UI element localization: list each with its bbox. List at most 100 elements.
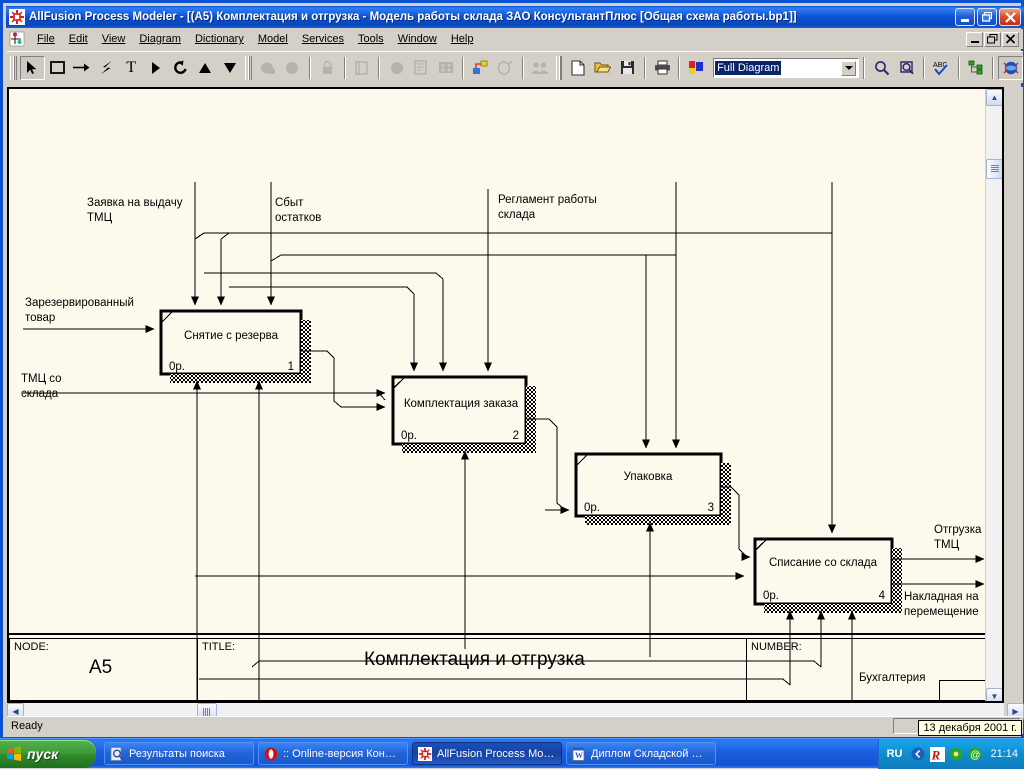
hierarchy-icon[interactable] — [964, 56, 989, 80]
chevron-down-icon[interactable] — [841, 60, 857, 76]
spellcheck-icon[interactable]: ABC — [929, 56, 954, 80]
taskbar-item-label: Результаты поиска — [129, 747, 225, 760]
minimize-button[interactable] — [955, 8, 975, 26]
zoom-icon[interactable] — [869, 56, 894, 80]
taskbar-clock[interactable]: 21:14 — [990, 748, 1018, 760]
start-button[interactable]: пуск — [0, 739, 96, 768]
close-button[interactable] — [999, 8, 1021, 26]
paint-icon — [493, 56, 518, 80]
taskbar-item-label: :: Online-версия Кон… — [283, 747, 396, 760]
color-palette-icon[interactable] — [684, 56, 709, 80]
idef0-diagram-svg: Заявка на выдачу ТМЦ Сбыт остатков Регла… — [21, 182, 985, 701]
scroll-up-button[interactable]: ▲ — [986, 89, 1002, 106]
toolbar-grip-3[interactable] — [555, 55, 563, 80]
activity-2-label: Комплектация заказа — [404, 398, 519, 410]
menu-diagram[interactable]: Diagram — [132, 31, 188, 47]
scroll-down-button[interactable]: ▼ — [986, 688, 1002, 701]
taskbar-item-search-results[interactable]: Результаты поиска — [104, 742, 254, 765]
node-value: A5 — [89, 657, 113, 678]
taskbar-item-word-document[interactable]: W Диплом Складской … — [566, 742, 716, 765]
taskbar-buttons: Результаты поиска :: Online-версия Кон… — [104, 742, 874, 765]
arrow-label-reglament-2: склада — [498, 209, 536, 221]
text-tool-icon[interactable]: T — [119, 56, 144, 80]
taskbar-item-allfusion[interactable]: AllFusion Process Mo… — [412, 742, 562, 765]
view-level-value: Full Diagram — [715, 60, 782, 75]
print-icon[interactable] — [650, 56, 675, 80]
svg-text:@: @ — [971, 750, 981, 761]
triangle-right-tool-icon[interactable] — [144, 56, 169, 80]
status-bar: Ready — [7, 716, 1023, 734]
svg-text:R: R — [931, 747, 941, 762]
menu-services[interactable]: Services — [295, 31, 351, 47]
document-icon[interactable] — [9, 31, 27, 47]
zoom-fit-icon[interactable] — [894, 56, 919, 80]
taskbar: пуск Результаты поиска:: Online-версия … — [0, 738, 1024, 769]
globe-icon[interactable] — [998, 55, 1024, 80]
title-caption: TITLE: — [202, 641, 236, 653]
application-window: AllFusion Process Modeler - [(A5) Компле… — [0, 0, 1024, 769]
menu-view[interactable]: View — [95, 31, 133, 47]
activity-4-cost: 0р. — [763, 590, 779, 602]
book-icon — [350, 56, 375, 80]
title-value: Комплектация и отгрузка — [364, 649, 585, 670]
model-explorer-icon[interactable] — [468, 56, 493, 80]
grid-icon — [434, 56, 459, 80]
mdi-restore-button[interactable] — [984, 31, 1001, 47]
save-disk-icon[interactable] — [615, 56, 640, 80]
menu-edit[interactable]: Edit — [62, 31, 95, 47]
arrow-tool-icon[interactable] — [69, 56, 94, 80]
toolbar-grip[interactable] — [10, 55, 17, 80]
diagram-area: Заявка на выдачу ТМЦ Сбыт остатков Регла… — [7, 87, 1024, 721]
menu-dictionary[interactable]: Dictionary — [188, 31, 251, 47]
utility-icon[interactable] — [949, 746, 964, 761]
mdi-minimize-button[interactable] — [966, 31, 983, 47]
toolbar-grip-2[interactable] — [245, 55, 253, 80]
shape-icon — [384, 56, 409, 80]
rotate-left-tool-icon[interactable] — [168, 56, 193, 80]
toolbar: T Full Diagram ABC — [7, 51, 1024, 83]
menu-tools[interactable]: Tools — [351, 31, 391, 47]
menu-window[interactable]: Window — [391, 31, 444, 47]
menu-file[interactable]: File — [30, 31, 62, 47]
arrow-label-nakladnaya-2: перемещение — [904, 606, 979, 618]
taskbar-item-label: AllFusion Process Mo… — [437, 747, 555, 760]
activity-box-tool-icon[interactable] — [45, 56, 70, 80]
arrow-label-rezerv-2: товар — [25, 312, 55, 324]
activity-4-number: 4 — [879, 590, 886, 602]
bolt-tool-icon[interactable] — [94, 56, 119, 80]
status-message: Ready — [11, 719, 43, 732]
arrow-label-tmc-2: склада — [21, 388, 59, 400]
windows-flag-icon — [6, 745, 22, 762]
vertical-scrollbar[interactable]: ▲ ▼ — [985, 89, 1002, 701]
taskbar-item-opera[interactable]: :: Online-версия Кон… — [258, 742, 408, 765]
arrow-label-sbyt-2: остатков — [275, 212, 321, 224]
idef0-diagram-canvas[interactable]: Заявка на выдачу ТМЦ Сбыт остатков Регла… — [7, 87, 1004, 703]
new-file-icon[interactable] — [565, 56, 590, 80]
triangle-up-tool-icon[interactable] — [193, 56, 218, 80]
activity-4-label: Списание со склада — [769, 557, 878, 569]
triangle-down-tool-icon[interactable] — [218, 56, 243, 80]
people-icon — [528, 56, 553, 80]
arrow-label-sbyt-1: Сбыт — [275, 197, 304, 209]
menu-help[interactable]: Help — [444, 31, 481, 47]
pointer-tool-icon[interactable] — [19, 55, 45, 80]
language-indicator[interactable]: RU — [887, 748, 903, 760]
view-level-combo[interactable]: Full Diagram — [713, 57, 860, 78]
vertical-scroll-thumb[interactable] — [986, 159, 1002, 179]
taskbar-item-label: Диплом Складской … — [591, 747, 703, 760]
maximize-restore-button[interactable] — [977, 8, 997, 26]
arrow-label-otgruzka-1: Отгрузка — [934, 524, 982, 536]
arrow-label-rezerv-1: Зарезервированный — [25, 297, 134, 309]
network-icon[interactable]: @ — [968, 747, 982, 761]
show-desktop-icon[interactable] — [911, 747, 925, 761]
allfusion-target-icon — [418, 746, 432, 761]
main-window-frame: AllFusion Process Modeler - [(A5) Компле… — [0, 0, 1024, 740]
open-folder-icon[interactable] — [590, 56, 615, 80]
title-bar: AllFusion Process Modeler - [(A5) Компле… — [6, 6, 1024, 28]
menu-model[interactable]: Model — [251, 31, 295, 47]
mdi-close-button[interactable] — [1002, 31, 1019, 47]
antivirus-icon[interactable]: R — [930, 746, 946, 762]
activity-1-number: 1 — [288, 361, 294, 373]
activity-1-label: Снятие с резерва — [184, 330, 279, 342]
activity-2-number: 2 — [513, 430, 519, 442]
